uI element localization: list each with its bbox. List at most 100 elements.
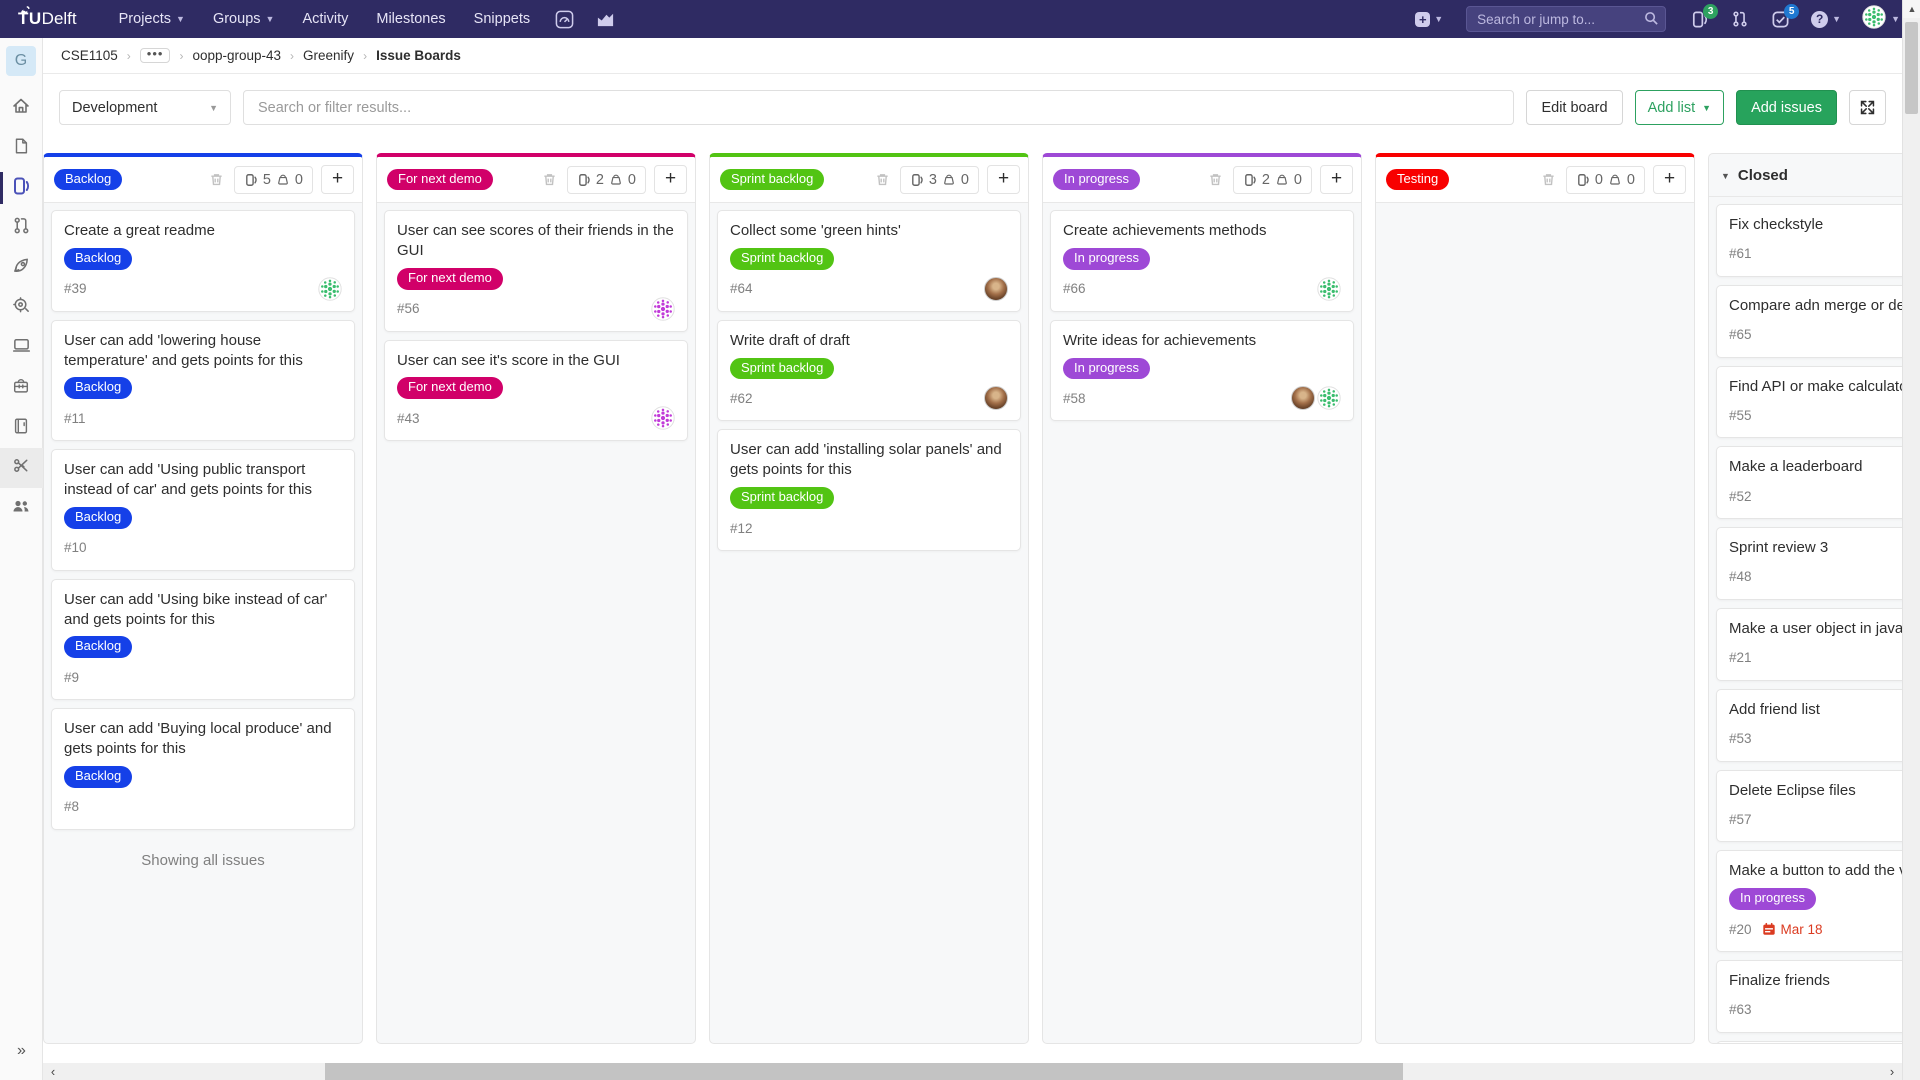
issue-label[interactable]: For next demo [397, 377, 503, 399]
column-label[interactable]: In progress [1053, 169, 1140, 191]
nav-link-activity[interactable]: Activity [290, 2, 360, 36]
sidebar-item-merge-requests[interactable] [0, 208, 43, 248]
issue-card[interactable]: Delete .classpath file #54 [1716, 1041, 1902, 1043]
issue-card[interactable]: Compare adn merge or delete old b #65 [1716, 285, 1902, 358]
breadcrumb-item-subgroup[interactable]: oopp-group-43 [192, 48, 281, 63]
issue-card[interactable]: Find API or make calculator for CO2 #55 [1716, 366, 1902, 439]
nav-link-projects[interactable]: Projects▼ [107, 2, 197, 36]
sidebar-collapse-toggle[interactable]: » [0, 1042, 43, 1060]
issue-card[interactable]: Collect some 'green hints' Sprint backlo… [717, 210, 1021, 312]
nav-link-snippets[interactable]: Snippets [462, 2, 542, 36]
column-label[interactable]: Sprint backlog [720, 169, 824, 191]
issue-card[interactable]: Create a great readme Backlog #39 [51, 210, 355, 312]
horizontal-scrollbar-thumb[interactable] [325, 1063, 1403, 1080]
issue-label[interactable]: Backlog [64, 377, 132, 399]
scroll-right-arrow[interactable]: › [1882, 1063, 1902, 1080]
fullscreen-button[interactable] [1849, 90, 1886, 125]
board-switcher-dropdown[interactable]: Development ▼ [59, 90, 231, 125]
issue-label[interactable]: For next demo [397, 268, 503, 290]
issue-label[interactable]: Backlog [64, 636, 132, 658]
add-issue-to-list-button[interactable]: + [321, 165, 354, 194]
delete-list-button[interactable] [1539, 170, 1558, 189]
user-menu-button[interactable]: ▼ [1854, 1, 1906, 38]
column-label[interactable]: Backlog [54, 169, 122, 191]
issue-label[interactable]: In progress [1063, 248, 1150, 270]
sidebar-item-snippets[interactable] [0, 448, 43, 488]
add-issue-to-list-button[interactable]: + [1320, 165, 1353, 194]
add-issue-to-list-button[interactable]: + [1653, 165, 1686, 194]
column-counts: 3 0 [900, 166, 979, 194]
nav-link-groups[interactable]: Groups▼ [201, 2, 286, 36]
add-list-button[interactable]: Add list▼ [1635, 90, 1724, 125]
sidebar-item-repository[interactable] [0, 128, 43, 168]
issue-card[interactable]: User can add 'installing solar panels' a… [717, 429, 1021, 551]
issue-card[interactable]: Make a button to add the vegetarian In p… [1716, 850, 1902, 952]
sidebar-item-monitor[interactable] [0, 328, 43, 368]
delete-list-button[interactable] [1206, 170, 1225, 189]
project-avatar[interactable]: G [6, 46, 36, 76]
issue-card[interactable]: Sprint review 3 #48 [1716, 527, 1902, 600]
scroll-left-arrow[interactable]: ‹ [43, 1063, 63, 1080]
column-label[interactable]: For next demo [387, 169, 493, 191]
card-footer: #39 [64, 277, 342, 301]
issue-card[interactable]: User can add 'lowering house temperature… [51, 320, 355, 442]
help-menu-button[interactable]: ? ▼ [1804, 6, 1848, 33]
issues-dashboard-button[interactable]: 3 [1682, 4, 1717, 35]
breadcrumb-item-project[interactable]: Greenify [303, 48, 354, 63]
issue-label[interactable]: In progress [1063, 358, 1150, 380]
breadcrumb-ellipsis-button[interactable]: ••• [140, 48, 171, 63]
issue-label[interactable]: In progress [1729, 888, 1816, 910]
new-menu-button[interactable]: + ▼ [1408, 7, 1450, 32]
issue-card[interactable]: User can add 'Using bike instead of car'… [51, 579, 355, 701]
issue-label[interactable]: Backlog [64, 766, 132, 788]
issue-label[interactable]: Sprint backlog [730, 248, 834, 270]
vertical-scrollbar[interactable]: ▲ [1902, 0, 1920, 1080]
issue-card[interactable]: Write ideas for achievements In progress… [1050, 320, 1354, 422]
global-search-input[interactable] [1466, 6, 1666, 32]
add-issue-to-list-button[interactable]: + [654, 165, 687, 194]
issue-card[interactable]: User can add 'Buying local produce' and … [51, 708, 355, 830]
sidebar-item-packages[interactable] [0, 368, 43, 408]
issue-card[interactable]: Make a leaderboard #52 [1716, 446, 1902, 519]
tudelft-logo[interactable]: TUDelft [18, 9, 77, 29]
sidebar-item-issues[interactable] [0, 168, 43, 208]
horizontal-scrollbar[interactable]: ‹ › [43, 1063, 1902, 1080]
issue-card[interactable]: User can see it's score in the GUI For n… [384, 340, 688, 442]
issue-card[interactable]: Make a user object in java #21 [1716, 608, 1902, 681]
board-filter-input[interactable] [243, 90, 1514, 125]
issue-card[interactable]: User can see scores of their friends in … [384, 210, 688, 332]
issue-label[interactable]: Backlog [64, 248, 132, 270]
vertical-scrollbar-thumb[interactable] [1905, 22, 1918, 114]
add-issue-to-list-button[interactable]: + [987, 165, 1020, 194]
sidebar-item-ci-cd[interactable] [0, 248, 43, 288]
issue-card[interactable]: Delete Eclipse files #57 [1716, 770, 1902, 843]
delete-list-button[interactable] [873, 170, 892, 189]
sidebar-item-members[interactable] [0, 488, 43, 528]
scroll-up-arrow[interactable]: ▲ [1903, 0, 1920, 18]
sidebar-item-operations[interactable] [0, 288, 43, 328]
issue-card[interactable]: Create achievements methods In progress … [1050, 210, 1354, 312]
issue-label[interactable]: Backlog [64, 507, 132, 529]
issue-label[interactable]: Sprint backlog [730, 487, 834, 509]
issue-card[interactable]: Write draft of draft Sprint backlog #62 [717, 320, 1021, 422]
nav-link-milestones[interactable]: Milestones [364, 2, 457, 36]
column-label[interactable]: Testing [1386, 169, 1449, 191]
sidebar-item-home[interactable] [0, 88, 43, 128]
add-issues-button[interactable]: Add issues [1736, 90, 1837, 125]
closed-column-header[interactable]: ▼ Closed [1709, 154, 1902, 197]
sidebar-item-wiki[interactable] [0, 408, 43, 448]
issue-card[interactable]: Fix checkstyle #61 [1716, 204, 1902, 277]
todos-button[interactable]: 5 [1763, 4, 1798, 35]
issue-card[interactable]: Finalize friends #63 [1716, 960, 1902, 1033]
issue-id: #56 [397, 301, 420, 316]
delete-list-button[interactable] [540, 170, 559, 189]
issue-card[interactable]: Add friend list #53 [1716, 689, 1902, 762]
analytics-chart-icon[interactable] [587, 4, 624, 35]
issue-card[interactable]: User can add 'Using public transport ins… [51, 449, 355, 571]
dashboard-gauge-icon[interactable] [546, 4, 583, 35]
issue-label[interactable]: Sprint backlog [730, 358, 834, 380]
merge-requests-button[interactable] [1723, 4, 1757, 34]
delete-list-button[interactable] [207, 170, 226, 189]
breadcrumb-item-group[interactable]: CSE1105 [61, 48, 118, 63]
edit-board-button[interactable]: Edit board [1526, 90, 1622, 125]
